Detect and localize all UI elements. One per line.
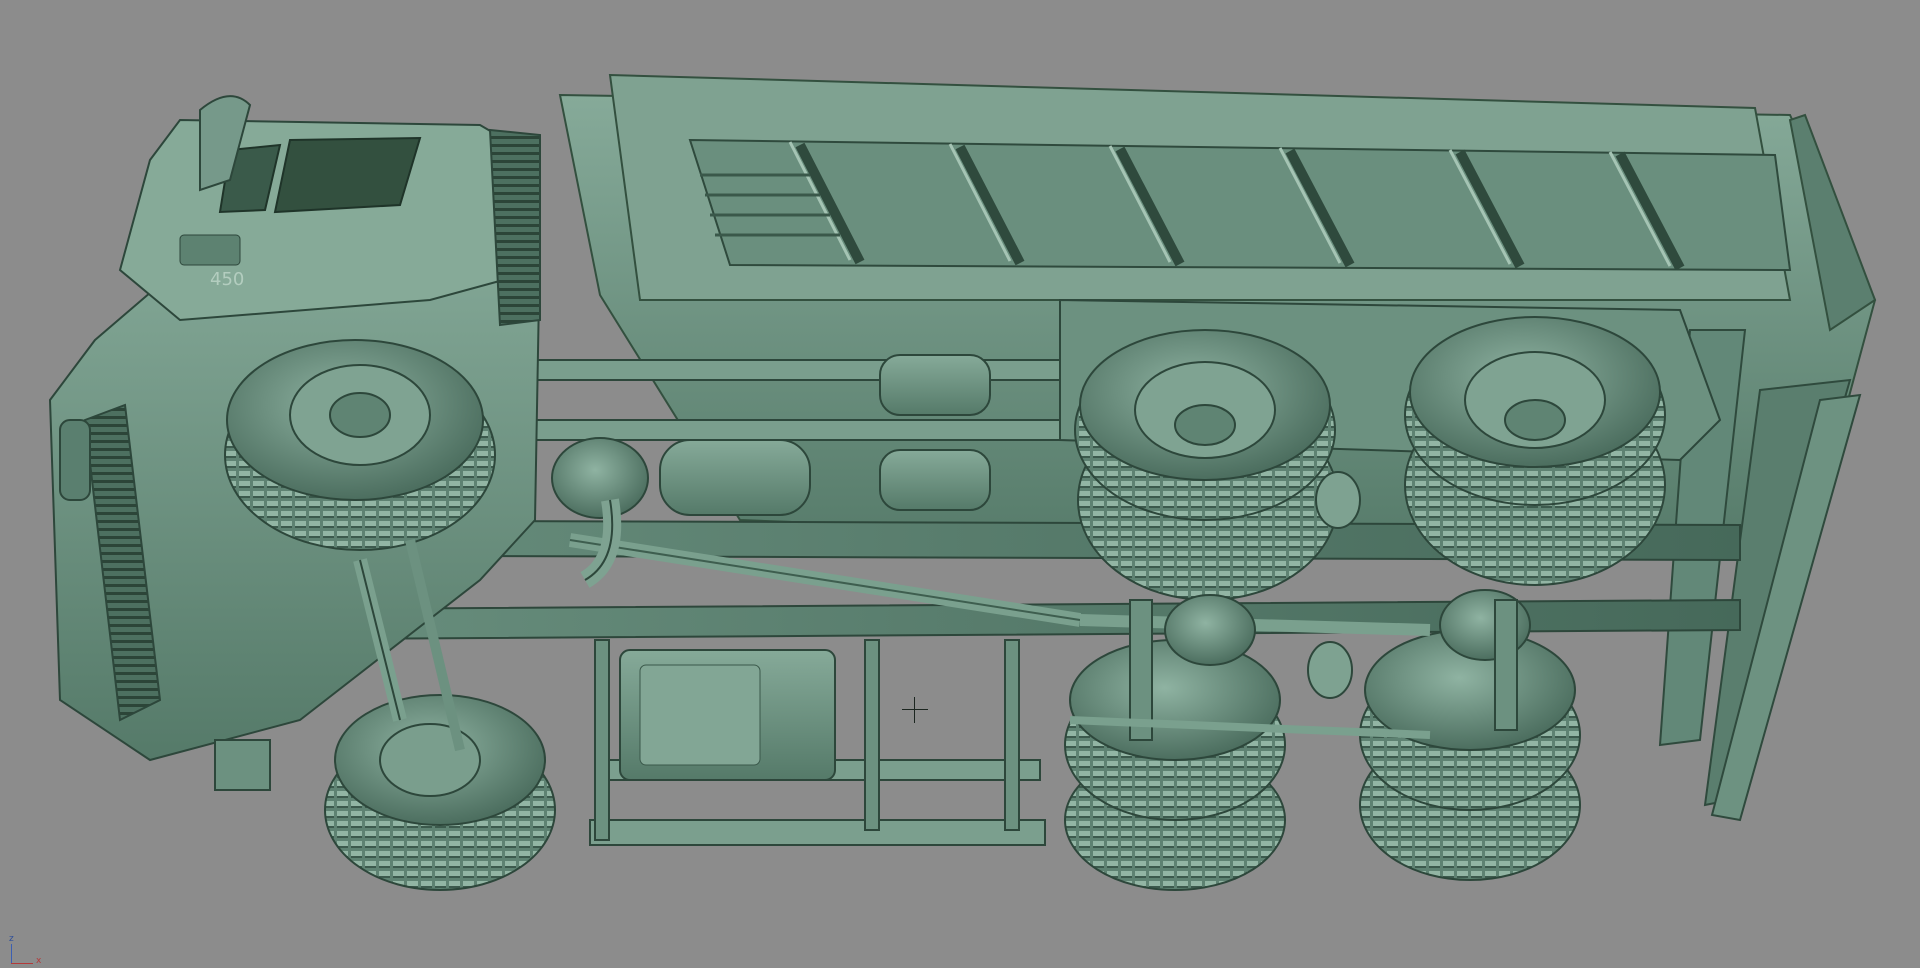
z-axis-line <box>11 944 12 964</box>
fuel-tank <box>619 649 836 781</box>
x-axis-label: x <box>36 956 42 966</box>
z-axis-label: z <box>9 934 14 944</box>
cab-badge: 450 <box>210 269 244 290</box>
rear-wheels-lower-2 <box>1359 629 1581 881</box>
axis-gizmo: z x <box>6 934 46 966</box>
cursor-crosshair <box>902 697 928 723</box>
x-axis-line <box>11 963 33 964</box>
3d-viewport[interactable]: 450 z x <box>0 0 1920 968</box>
truck-model[interactable]: 450 <box>0 0 1920 968</box>
rear-wheels-lower-1 <box>1064 639 1286 891</box>
front-wheel-lower <box>324 694 556 891</box>
rear-wheels-upper-2 <box>1404 316 1666 586</box>
front-wheel-upper <box>224 339 496 551</box>
rear-wheels-upper-1 <box>1074 329 1339 601</box>
